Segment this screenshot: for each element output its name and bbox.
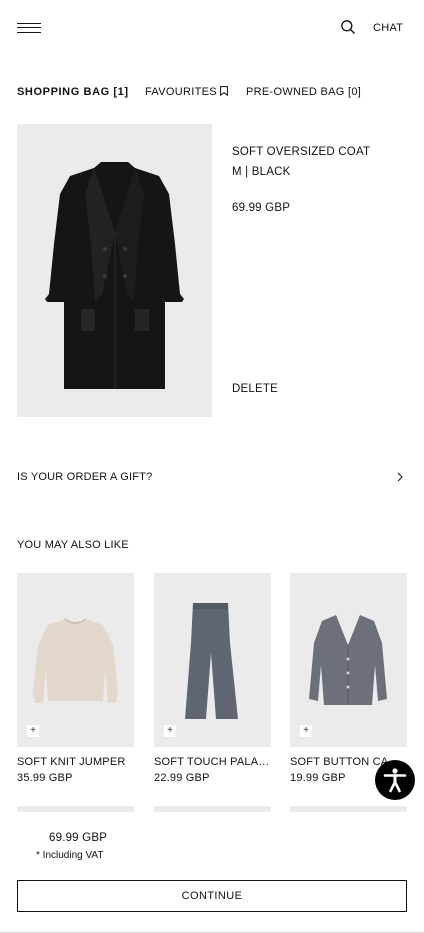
continue-button[interactable]: CONTINUE [17, 880, 407, 912]
bookmark-icon [219, 86, 228, 97]
gift-option-label: IS YOUR ORDER A GIFT? [17, 471, 153, 483]
tab-shopping-bag[interactable]: SHOPPING BAG [1] [17, 86, 129, 98]
accessibility-icon [383, 768, 407, 793]
tab-pre-owned-bag[interactable]: PRE-OWNED BAG [0] [246, 86, 361, 98]
delete-button[interactable]: DELETE [232, 383, 278, 395]
vat-note: * Including VAT [36, 850, 104, 861]
tab-favourites[interactable]: FAVOURITES [145, 86, 228, 98]
order-total: 69.99 GBP [49, 832, 108, 844]
cardigan-illustration [309, 615, 387, 705]
trousers-illustration [185, 603, 238, 719]
coat-product-image[interactable] [17, 124, 212, 417]
recommendations-title: YOU MAY ALSO LIKE [17, 539, 129, 551]
button-cardigan-image[interactable]: + [290, 573, 407, 747]
recommendation-price: 22.99 GBP [154, 772, 210, 784]
recommendation-card[interactable]: + SOFT BUTTON CARDIGAN 19.99 GBP [290, 573, 407, 784]
cart-item-variant: M | BLACK [232, 166, 291, 178]
coat-illustration [45, 162, 184, 389]
recommendation-name[interactable]: SOFT KNIT JUMPER [17, 756, 134, 768]
knit-jumper-image[interactable]: + [17, 573, 134, 747]
header: CHAT [0, 0, 424, 56]
search-icon[interactable] [340, 19, 356, 35]
chevron-right-icon [397, 472, 403, 482]
palazzo-trousers-image[interactable]: + [154, 573, 271, 747]
add-to-bag-plus-icon[interactable]: + [164, 725, 176, 737]
bag-tabs: SHOPPING BAG [1] FAVOURITES PRE-OWNED BA… [17, 86, 417, 100]
cart-item-price: 69.99 GBP [232, 202, 291, 214]
recommendation-price: 35.99 GBP [17, 772, 73, 784]
cart-item-name[interactable]: SOFT OVERSIZED COAT [232, 146, 370, 158]
hamburger-menu-icon[interactable] [17, 22, 41, 34]
chat-link[interactable]: CHAT [373, 22, 403, 34]
tab-favourites-label: FAVOURITES [145, 86, 217, 98]
recommendation-card[interactable]: + SOFT TOUCH PALAZZO TROUSERS 22.99 GBP [154, 573, 271, 784]
jumper-illustration [33, 618, 118, 703]
recommendation-card[interactable]: + SOFT KNIT JUMPER 35.99 GBP [17, 573, 134, 784]
checkout-footer: 69.99 GBP * Including VAT CONTINUE [0, 812, 424, 933]
add-to-bag-plus-icon[interactable]: + [300, 725, 312, 737]
accessibility-button[interactable] [375, 760, 415, 800]
gift-option-row[interactable]: IS YOUR ORDER A GIFT? [17, 466, 407, 488]
recommendation-price: 19.99 GBP [290, 772, 346, 784]
add-to-bag-plus-icon[interactable]: + [27, 725, 39, 737]
recommendation-name[interactable]: SOFT TOUCH PALAZZO TROUSERS [154, 756, 271, 768]
